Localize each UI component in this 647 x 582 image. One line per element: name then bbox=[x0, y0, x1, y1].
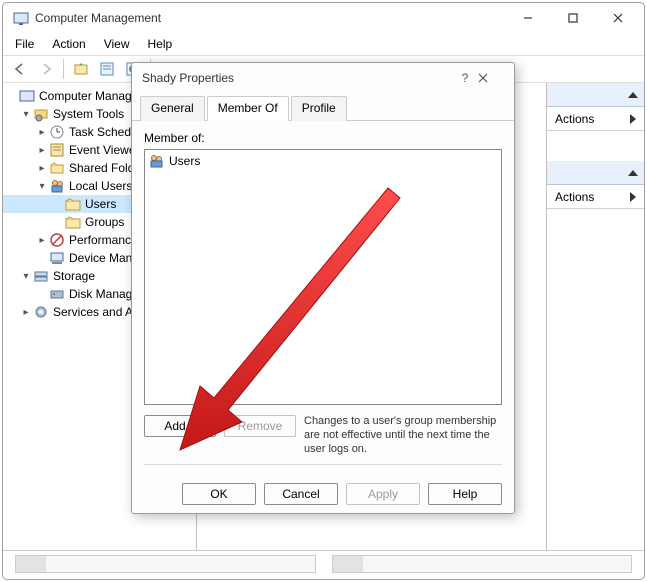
remove-button: Remove bbox=[224, 415, 296, 437]
scrollbar-right[interactable] bbox=[332, 555, 633, 573]
actions-pane: Actions Actions bbox=[546, 83, 644, 550]
menu-help[interactable]: Help bbox=[140, 35, 181, 53]
dialog-help-icon[interactable]: ? bbox=[452, 71, 478, 85]
tab-member-of[interactable]: Member Of bbox=[207, 96, 289, 121]
list-item-users[interactable]: Users bbox=[147, 152, 499, 170]
help-button[interactable]: Help bbox=[428, 483, 502, 505]
actions-header-1 bbox=[547, 83, 644, 107]
app-icon bbox=[13, 10, 29, 26]
menu-action[interactable]: Action bbox=[44, 35, 93, 53]
ok-button[interactable]: OK bbox=[182, 483, 256, 505]
bottom-scrollbars bbox=[3, 551, 644, 579]
dialog-tabs: General Member Of Profile bbox=[132, 95, 514, 121]
group-icon bbox=[149, 153, 165, 169]
tab-general[interactable]: General bbox=[140, 96, 205, 121]
dialog-titlebar: Shady Properties ? bbox=[132, 63, 514, 93]
dialog-close-icon[interactable] bbox=[478, 73, 504, 83]
actions-link-2[interactable]: Actions bbox=[547, 185, 644, 209]
actions-link-1[interactable]: Actions bbox=[547, 107, 644, 131]
cancel-button[interactable]: Cancel bbox=[264, 483, 338, 505]
maximize-button[interactable] bbox=[550, 4, 595, 32]
menu-view[interactable]: View bbox=[96, 35, 138, 53]
scrollbar-left[interactable] bbox=[15, 555, 316, 573]
toolbar-separator bbox=[63, 59, 64, 79]
add-button[interactable]: Add... bbox=[144, 415, 216, 437]
properties-dialog: Shady Properties ? General Member Of Pro… bbox=[131, 62, 515, 514]
membership-note: Changes to a user's group membership are… bbox=[304, 415, 502, 456]
actions-header-2 bbox=[547, 161, 644, 185]
member-of-label: Member of: bbox=[144, 131, 502, 145]
menubar: File Action View Help bbox=[3, 33, 644, 55]
window-title: Computer Management bbox=[35, 11, 505, 25]
collapse-icon[interactable] bbox=[628, 92, 638, 98]
close-button[interactable] bbox=[595, 4, 640, 32]
collapse-icon[interactable] bbox=[628, 170, 638, 176]
member-of-listbox[interactable]: Users bbox=[144, 149, 502, 405]
minimize-button[interactable] bbox=[505, 4, 550, 32]
dialog-title: Shady Properties bbox=[142, 71, 234, 85]
back-button[interactable] bbox=[9, 58, 31, 80]
apply-button: Apply bbox=[346, 483, 420, 505]
menu-file[interactable]: File bbox=[7, 35, 42, 53]
forward-button[interactable] bbox=[35, 58, 57, 80]
up-button[interactable] bbox=[70, 58, 92, 80]
tab-profile[interactable]: Profile bbox=[291, 96, 347, 121]
properties-button[interactable] bbox=[96, 58, 118, 80]
titlebar: Computer Management bbox=[3, 3, 644, 33]
